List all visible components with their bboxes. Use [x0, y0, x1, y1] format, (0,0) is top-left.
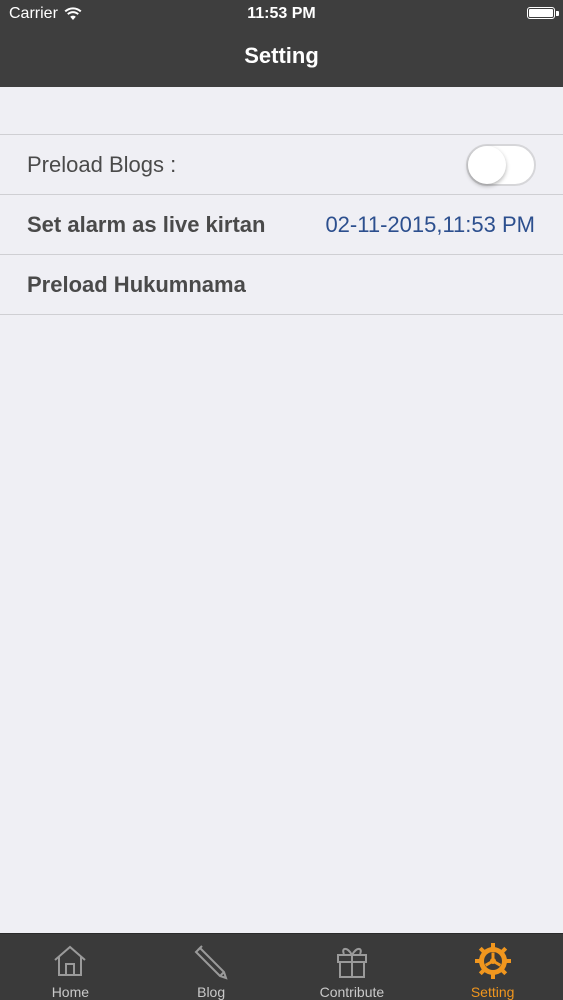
battery-level — [529, 9, 553, 17]
tab-setting[interactable]: Setting — [422, 934, 563, 1000]
settings-list: Preload Blogs : Set alarm as live kirtan… — [0, 134, 563, 315]
setting-row-alarm[interactable]: Set alarm as live kirtan 02-11-2015,11:5… — [0, 195, 563, 255]
tab-bar: Home Blog Contribute Setting — [0, 933, 563, 1000]
tab-home-label: Home — [51, 984, 90, 1000]
tab-contribute[interactable]: Contribute — [282, 934, 423, 1000]
home-icon — [54, 945, 87, 976]
preload-blogs-toggle[interactable] — [466, 144, 536, 186]
tab-setting-label: Setting — [470, 984, 515, 1000]
setting-row-preload-blogs: Preload Blogs : — [0, 135, 563, 195]
status-bar: Carrier 11:53 PM — [0, 0, 563, 28]
page-title: Setting — [244, 43, 319, 68]
tab-blog[interactable]: Blog — [141, 934, 282, 1000]
settings-screen: Carrier 11:53 PM Setting Preload Blogs : — [0, 0, 563, 1000]
preload-blogs-label: Preload Blogs : — [27, 152, 177, 177]
alarm-label: Set alarm as live kirtan — [27, 212, 266, 237]
preload-hukumnama-label: Preload Hukumnama — [27, 272, 246, 297]
battery-icon — [527, 7, 555, 19]
pencil-icon — [194, 945, 228, 980]
tab-home[interactable]: Home — [0, 934, 141, 1000]
header: Carrier 11:53 PM Setting — [0, 0, 563, 87]
tab-blog-label: Blog — [197, 984, 226, 1000]
setting-row-preload-hukumnama[interactable]: Preload Hukumnama — [0, 255, 563, 315]
toggle-knob — [468, 146, 506, 184]
alarm-datetime-value[interactable]: 02-11-2015,11:53 PM — [325, 212, 535, 238]
status-time: 11:53 PM — [247, 5, 316, 22]
gear-icon — [474, 943, 511, 979]
tab-contribute-label: Contribute — [319, 984, 385, 1000]
gift-icon — [336, 947, 367, 978]
battery-tip — [556, 11, 559, 16]
